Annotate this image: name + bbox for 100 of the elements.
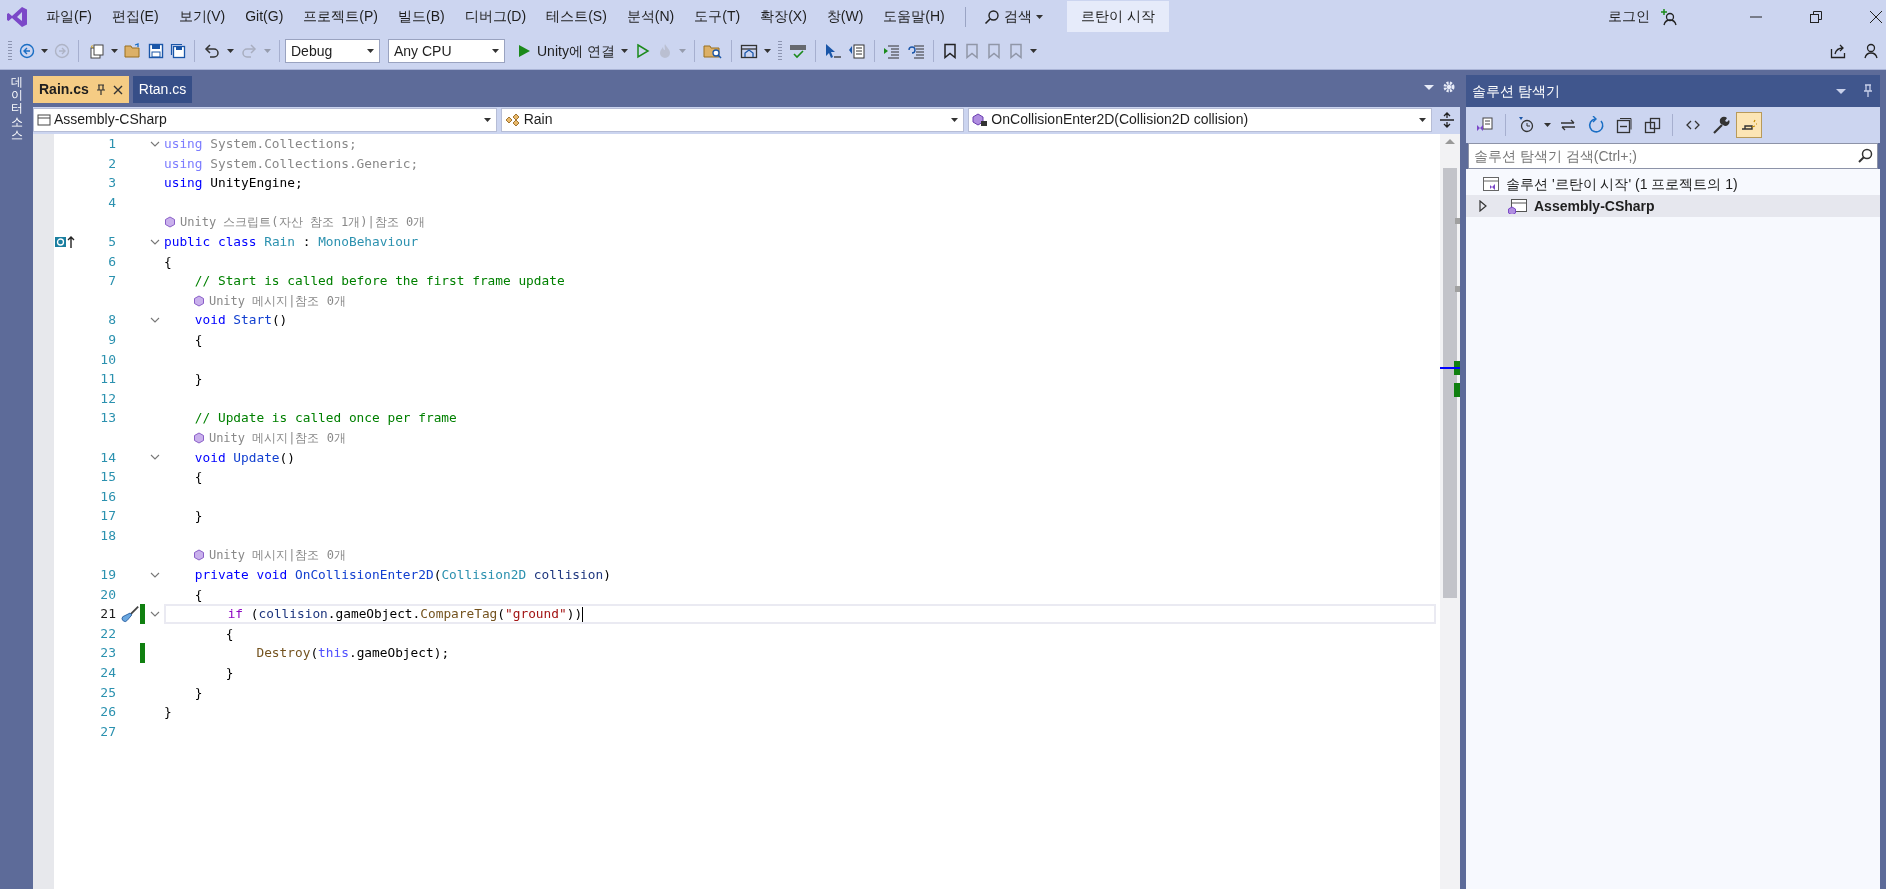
menu-item[interactable]: 파일(F) bbox=[36, 4, 102, 29]
undo-icon[interactable] bbox=[203, 43, 221, 59]
menu-item[interactable]: 편집(E) bbox=[101, 4, 169, 29]
cursor-icon[interactable] bbox=[823, 43, 842, 59]
menu-item[interactable]: 디버그(D) bbox=[454, 4, 537, 29]
document-tab[interactable]: Rain.cs bbox=[33, 76, 129, 103]
caret-icon bbox=[1543, 123, 1551, 127]
indent-lines-icon[interactable] bbox=[882, 43, 901, 59]
menu-item[interactable]: 도구(T) bbox=[684, 4, 751, 29]
document-tab[interactable]: Rtan.cs bbox=[132, 76, 193, 103]
menu-item[interactable]: Git(G) bbox=[235, 4, 294, 29]
collapse-chevron-icon[interactable] bbox=[150, 454, 160, 461]
unity-cube-icon bbox=[192, 294, 205, 307]
close-icon[interactable] bbox=[112, 84, 123, 95]
search-icon[interactable] bbox=[1857, 148, 1873, 164]
class-icon bbox=[504, 112, 521, 127]
caret-icon[interactable] bbox=[111, 49, 118, 53]
member-dropdown[interactable]: Assembly-CSharp bbox=[33, 107, 497, 132]
menu-item[interactable]: 분석(N) bbox=[616, 4, 685, 29]
scroll-marker bbox=[1455, 218, 1460, 224]
collapse-chevron-icon[interactable] bbox=[150, 611, 160, 618]
play-outline-icon[interactable] bbox=[634, 43, 651, 59]
split-icon[interactable] bbox=[1440, 111, 1454, 128]
sign-in-link[interactable]: 로그인 bbox=[1598, 4, 1660, 29]
member-dropdown[interactable]: Rain bbox=[500, 107, 965, 132]
code-line: } bbox=[193, 508, 203, 524]
columns-icon[interactable] bbox=[847, 43, 866, 59]
caret-icon[interactable] bbox=[1029, 49, 1037, 53]
account-icon[interactable] bbox=[1864, 43, 1878, 59]
floppy-disks-icon[interactable] bbox=[170, 43, 186, 59]
spellcheck-icon[interactable] bbox=[788, 43, 807, 59]
line-number: 12 bbox=[100, 389, 116, 408]
tree-item[interactable]: Assembly-CSharp bbox=[1466, 195, 1880, 217]
search-field[interactable]: 솔루션 탐색기 검색(Ctrl+;) bbox=[1468, 143, 1878, 169]
code-lens-text[interactable]: Unity 메시지|참조 0개 bbox=[208, 546, 346, 565]
outdent-lines-icon[interactable] bbox=[906, 43, 925, 59]
expand-arrow-icon[interactable] bbox=[1478, 200, 1488, 212]
folder-search-icon[interactable] bbox=[702, 43, 723, 59]
line-number: 26 bbox=[100, 703, 116, 722]
close-icon[interactable] bbox=[1870, 10, 1882, 23]
line-number: 14 bbox=[100, 448, 116, 467]
unity-cube-icon bbox=[164, 216, 176, 229]
dropdown-icon[interactable] bbox=[1424, 84, 1434, 90]
add-account-icon[interactable] bbox=[1660, 7, 1678, 26]
screwdriver-icon[interactable] bbox=[120, 605, 140, 624]
member-dropdown[interactable]: OnCollisionEnter2D(Collision2D collision) bbox=[968, 107, 1432, 132]
scroll-up-icon[interactable] bbox=[1445, 138, 1455, 144]
project-icon bbox=[37, 112, 51, 127]
line-number: 23 bbox=[100, 644, 116, 663]
share-icon[interactable] bbox=[1830, 43, 1848, 59]
code-line: } bbox=[224, 665, 234, 681]
menu-item[interactable]: 프로젝트(P) bbox=[293, 4, 388, 29]
data-sources-tab[interactable]: 데이터 소스 bbox=[10, 76, 23, 142]
line-number: 25 bbox=[100, 683, 116, 702]
dropdown-icon[interactable] bbox=[1836, 88, 1846, 94]
menu-item[interactable]: 테스트(S) bbox=[536, 4, 617, 29]
collapse-chevron-icon[interactable] bbox=[150, 317, 160, 324]
bookmark-icon[interactable] bbox=[941, 43, 958, 59]
menu-item[interactable]: 보기(V) bbox=[168, 4, 236, 29]
caret-icon[interactable] bbox=[227, 49, 234, 53]
collapse-chevron-icon[interactable] bbox=[150, 140, 160, 147]
menu-item[interactable]: 빌드(B) bbox=[388, 4, 455, 29]
code-lens-text[interactable]: Unity 메시지|참조 0개 bbox=[208, 428, 346, 447]
collapse-chevron-icon[interactable] bbox=[150, 238, 160, 245]
search-button[interactable]: 검색 bbox=[975, 6, 1051, 27]
caret-icon[interactable] bbox=[763, 49, 771, 53]
history-clock-icon bbox=[1517, 116, 1535, 134]
configuration-dropdown[interactable]: Any CPU bbox=[388, 39, 505, 63]
code-line: { bbox=[193, 469, 203, 485]
configuration-dropdown[interactable]: Debug bbox=[285, 39, 380, 63]
line-number: 27 bbox=[100, 722, 116, 741]
new-item-icon[interactable] bbox=[87, 43, 105, 59]
pin-icon[interactable] bbox=[94, 83, 107, 96]
menu-item[interactable]: 확장(X) bbox=[750, 4, 817, 29]
code-lens-text[interactable]: Unity 메시지|참조 0개 bbox=[208, 291, 346, 310]
collapse-chevron-icon[interactable] bbox=[150, 571, 160, 578]
code-lens-text[interactable]: Unity 스크립트(자산 참조 1개)|참조 0개 bbox=[180, 213, 426, 232]
toolbar-button[interactable] bbox=[1736, 112, 1762, 138]
window-layout-icon[interactable] bbox=[739, 43, 758, 59]
copy-windows-icon bbox=[1643, 116, 1661, 134]
line-number: 21 bbox=[100, 605, 116, 624]
run-button[interactable]: Unity에 연결 bbox=[513, 40, 632, 62]
gear-icon[interactable] bbox=[1442, 80, 1456, 94]
collapse-all-icon bbox=[1615, 116, 1633, 134]
restore-icon[interactable] bbox=[1810, 10, 1822, 23]
menu-item[interactable]: 창(W) bbox=[816, 4, 874, 29]
override-icon[interactable] bbox=[54, 234, 76, 249]
code-line: private void OnCollisionEnter2D(Collision2D collision) bbox=[193, 567, 611, 583]
code-line: } bbox=[164, 704, 172, 720]
tree-item[interactable]: 솔루션 '르탄이 시작' (1 프로젝트의 1) bbox=[1466, 173, 1880, 195]
code-line: // Start is called before the first frame update bbox=[193, 273, 565, 289]
pin-icon[interactable] bbox=[1862, 84, 1874, 98]
method-icon bbox=[972, 112, 989, 127]
scrollbar-thumb[interactable] bbox=[1443, 168, 1457, 598]
caret-icon bbox=[1419, 117, 1426, 122]
line-number: 15 bbox=[100, 468, 116, 487]
line-number: 5 bbox=[108, 233, 116, 251]
caret-icon[interactable] bbox=[41, 49, 48, 53]
menu-item[interactable]: 도움말(H) bbox=[873, 4, 955, 29]
line-number: 6 bbox=[108, 252, 116, 271]
